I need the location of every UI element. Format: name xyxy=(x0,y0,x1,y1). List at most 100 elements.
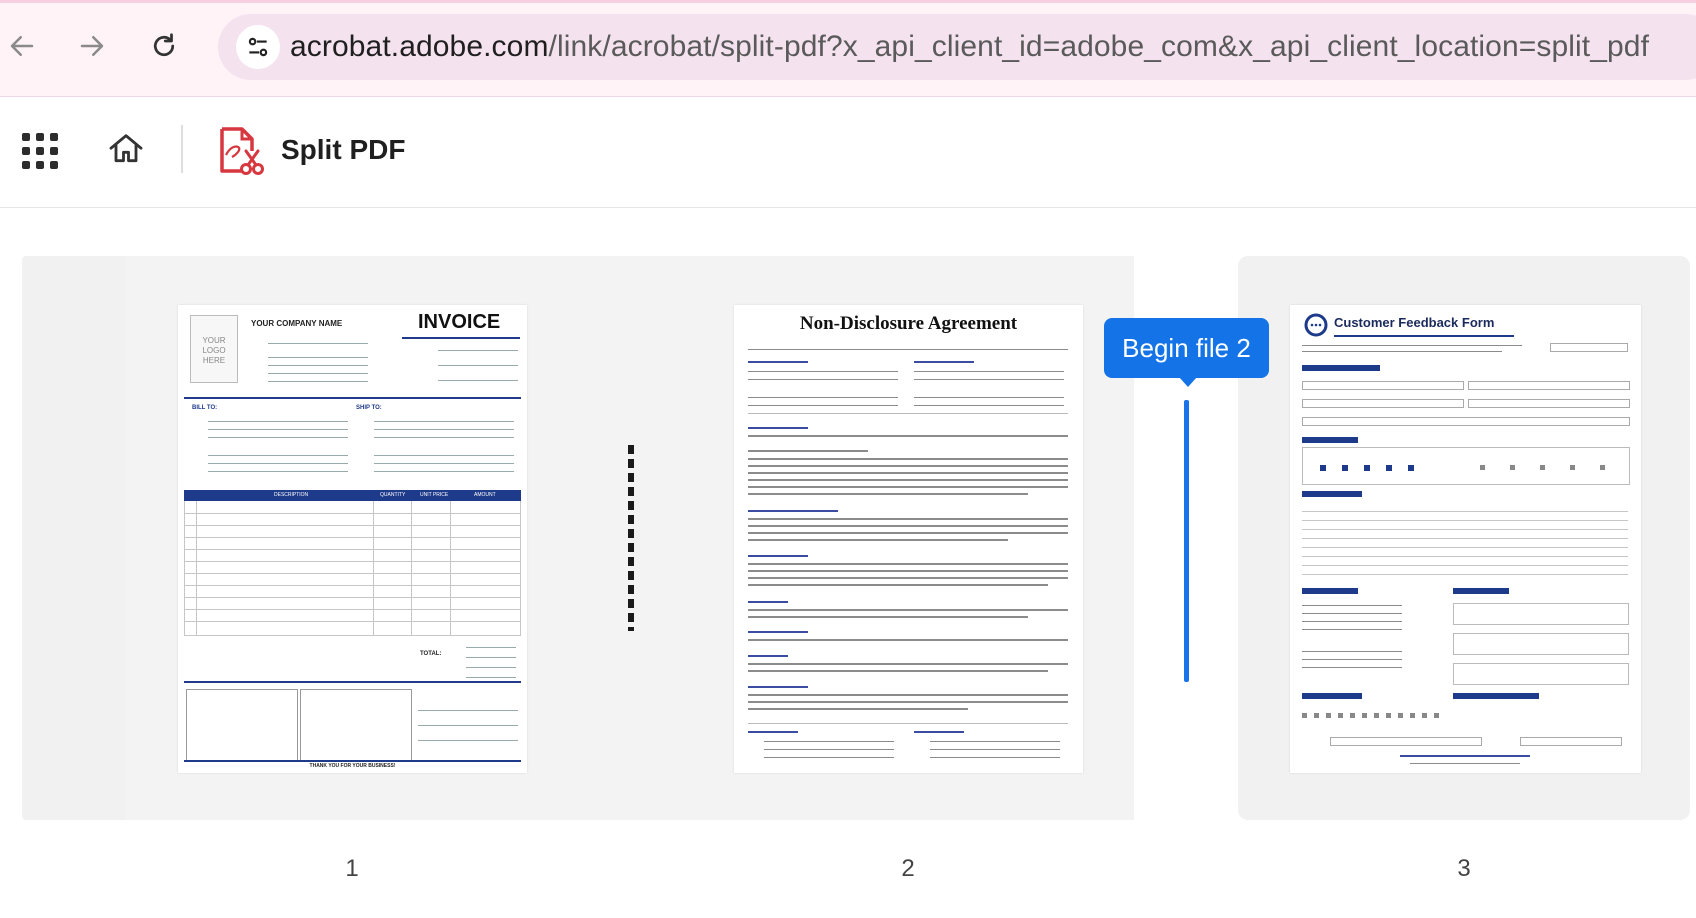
page-thumbnail-2[interactable]: Non-Disclosure Agreement xyxy=(734,305,1083,773)
invoice-thanks: THANK YOU FOR YOUR BUSINESS! xyxy=(309,763,396,769)
nda-text-line xyxy=(748,518,1068,520)
feedback-textarea xyxy=(1453,633,1629,655)
feedback-section-label xyxy=(1302,588,1358,594)
tune-icon xyxy=(248,37,268,57)
split-point-between-1-2[interactable] xyxy=(628,445,634,631)
invoice-field-line xyxy=(374,455,514,456)
invoice-col-quantity: QUANTITY xyxy=(380,492,406,498)
invoice-title-rule xyxy=(402,337,520,339)
invoice-grid-row xyxy=(184,537,521,538)
apps-grid-icon xyxy=(50,161,58,169)
nda-section-heading xyxy=(914,731,964,733)
invoice-grid-row xyxy=(184,573,521,574)
invoice-total-line xyxy=(466,657,516,658)
feedback-thanks-line xyxy=(1400,755,1530,757)
feedback-grid-row xyxy=(1302,556,1628,557)
nda-text-line xyxy=(764,749,894,750)
invoice-total-line xyxy=(466,647,516,648)
nda-text-line xyxy=(914,371,1064,372)
nda-text-line xyxy=(748,532,1068,534)
feedback-option-line xyxy=(1302,605,1402,606)
invoice-bill-to: BILL TO: xyxy=(192,405,218,411)
nda-text-line xyxy=(748,577,1068,579)
nda-title: Non-Disclosure Agreement xyxy=(799,313,1018,334)
nda-text-line xyxy=(748,458,1068,460)
invoice-section-rule xyxy=(184,681,521,683)
apps-grid-icon xyxy=(36,147,44,155)
invoice-notes-box xyxy=(300,689,412,761)
feedback-grid-row xyxy=(1302,547,1628,548)
nda-section-heading xyxy=(748,361,808,363)
invoice-grid-row xyxy=(184,513,521,514)
nda-section-heading xyxy=(748,510,838,512)
nda-section-heading xyxy=(748,450,868,452)
page-number-1: 1 xyxy=(345,855,359,882)
page-thumbnail-3[interactable]: Customer Feedback Form xyxy=(1290,305,1641,773)
invoice-col-description: DESCRIPTION xyxy=(274,492,309,498)
home-button[interactable] xyxy=(106,129,146,169)
invoice-field-line xyxy=(208,463,348,464)
feedback-textarea xyxy=(1453,663,1629,685)
nda-text-line xyxy=(748,609,1068,611)
feedback-date-field xyxy=(1550,343,1628,352)
page-thumbnail-1[interactable]: YOUR LOGO HERE YOUR COMPANY NAME INVOICE… xyxy=(178,305,527,773)
nda-section-heading xyxy=(914,361,974,363)
feedback-stars xyxy=(1320,465,1420,471)
nda-section-heading xyxy=(748,427,808,429)
nda-text-line xyxy=(748,694,1068,696)
feedback-field xyxy=(1468,399,1630,408)
feedback-option-line xyxy=(1302,659,1402,660)
feedback-grid-row xyxy=(1302,574,1628,575)
feedback-radio-row xyxy=(1480,465,1620,470)
nda-section-heading xyxy=(748,555,808,557)
split-point-active[interactable] xyxy=(1184,400,1189,682)
feedback-section-label xyxy=(1302,693,1362,699)
apps-grid-icon xyxy=(22,147,30,155)
address-bar[interactable]: acrobat.adobe.com/link/acrobat/split-pdf… xyxy=(218,14,1696,80)
invoice-signature-line xyxy=(418,725,518,726)
nda-text-line xyxy=(748,472,1068,474)
invoice-grid-col xyxy=(411,501,412,636)
nda-text-line xyxy=(748,349,1068,350)
back-button[interactable] xyxy=(0,24,44,68)
invoice-field-line xyxy=(438,365,518,366)
nda-section-heading xyxy=(748,601,788,603)
nda-text-line xyxy=(748,465,1068,467)
feedback-option-line xyxy=(1302,621,1402,622)
reload-button[interactable] xyxy=(142,24,186,68)
home-icon xyxy=(109,134,143,163)
feedback-option-line xyxy=(1302,613,1402,614)
feedback-radio-row xyxy=(1302,713,1442,718)
invoice-field-line xyxy=(374,463,514,464)
invoice-field-line xyxy=(208,455,348,456)
feedback-option-line xyxy=(1302,667,1402,668)
apps-grid-icon xyxy=(50,147,58,155)
feedback-field xyxy=(1302,399,1464,408)
url-path: /link/acrobat/split-pdf?x_api_client_id=… xyxy=(548,30,1650,63)
nda-text-line xyxy=(748,479,1068,481)
nda-text-line xyxy=(748,570,1068,572)
invoice-payment-box xyxy=(186,689,298,761)
forward-button[interactable] xyxy=(70,24,114,68)
site-info-button[interactable] xyxy=(236,25,280,69)
invoice-section-rule xyxy=(184,760,521,762)
url-host: acrobat.adobe.com xyxy=(290,30,549,63)
invoice-field-line xyxy=(208,437,348,438)
browser-tab-strip-edge xyxy=(0,0,1696,3)
url-text[interactable]: acrobat.adobe.com/link/acrobat/split-pdf… xyxy=(290,30,1649,64)
toolbar-divider xyxy=(181,125,183,173)
invoice-grid-col xyxy=(520,501,521,636)
feedback-field xyxy=(1302,417,1630,426)
apps-grid-icon xyxy=(50,133,58,141)
invoice-grid-row xyxy=(184,561,521,562)
invoice-field-line xyxy=(374,421,514,422)
feedback-thanks-line xyxy=(1410,763,1520,764)
apps-grid-button[interactable] xyxy=(22,133,58,169)
invoice-total-line xyxy=(466,677,516,678)
invoice-title: INVOICE xyxy=(418,311,501,333)
feedback-section-label xyxy=(1453,693,1539,699)
nda-text-line xyxy=(748,616,1028,618)
nda-text-line xyxy=(748,493,1028,495)
chat-bubble-icon xyxy=(1304,313,1328,337)
browser-toolbar: acrobat.adobe.com/link/acrobat/split-pdf… xyxy=(0,0,1696,97)
